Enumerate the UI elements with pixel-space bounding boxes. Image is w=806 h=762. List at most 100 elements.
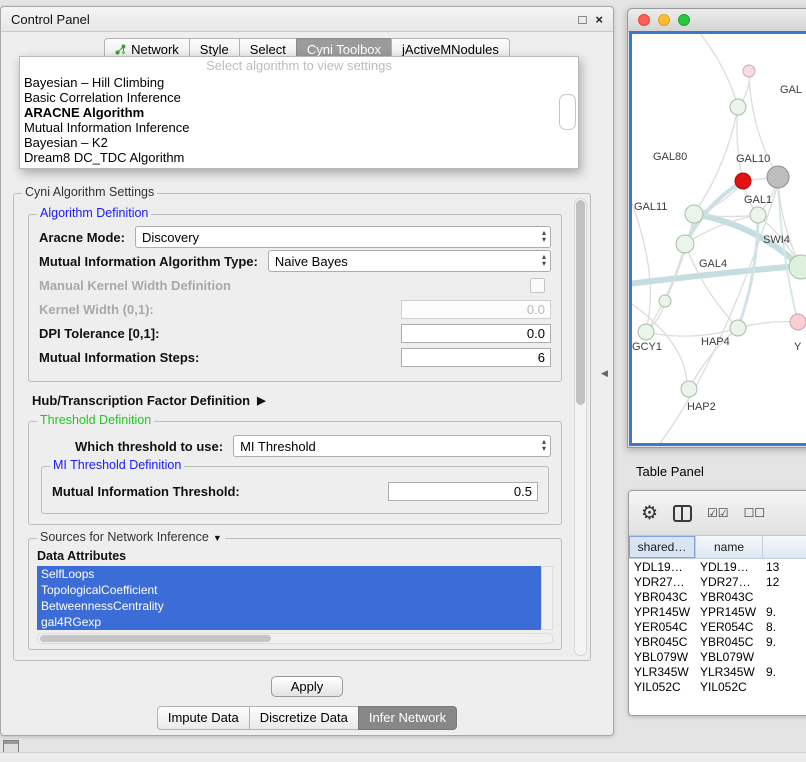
- mi-algorithm-type-select[interactable]: Naive Bayes ▴ ▾: [268, 250, 551, 272]
- network-node[interactable]: [767, 166, 789, 188]
- float-window-icon[interactable]: □: [579, 13, 587, 26]
- table-row[interactable]: YBR045CYBR045C9.: [629, 634, 806, 649]
- popup-scrollbar-thumb[interactable]: [559, 94, 576, 130]
- table-cell: YLR345W: [629, 665, 695, 679]
- network-node[interactable]: [743, 65, 755, 77]
- network-node[interactable]: [638, 324, 654, 340]
- table-cell: YBR043C: [629, 590, 695, 604]
- network-edge[interactable]: [737, 107, 743, 181]
- bottom-tab-discretize-data[interactable]: Discretize Data: [249, 706, 359, 730]
- table-row[interactable]: YPR145WYPR145W9.: [629, 604, 806, 619]
- table-toolbar: ⚙ ☑☑ ☐☐: [629, 491, 806, 536]
- bottom-tab-bar: Impute DataDiscretize DataInfer Network: [1, 706, 613, 730]
- close-traffic-light-icon[interactable]: [638, 14, 650, 26]
- table-row[interactable]: YLR345WYLR345W9.: [629, 664, 806, 679]
- aracne-mode-select[interactable]: Discovery ▴ ▾: [135, 226, 551, 248]
- algorithm-dropdown-popup: Select algorithm to view settings Bayesi…: [19, 56, 579, 169]
- table-cell: YBL079W: [629, 650, 695, 664]
- network-node[interactable]: [659, 295, 671, 307]
- table-panel-title: Table Panel: [636, 464, 704, 479]
- algorithm-option[interactable]: Bayesian – K2: [20, 135, 578, 150]
- network-edge[interactable]: [738, 322, 798, 328]
- table-cell: 13: [761, 560, 806, 574]
- network-node[interactable]: [730, 320, 746, 336]
- table-row[interactable]: YER054CYER054C8.: [629, 619, 806, 634]
- table-cell: 12: [761, 575, 806, 589]
- network-canvas-svg[interactable]: GALGAL80GAL10GAL11GAL1SWI4GAL4GCY1HAP4YH…: [632, 34, 806, 446]
- network-node[interactable]: [735, 173, 751, 189]
- network-edge[interactable]: [694, 107, 738, 214]
- algorithm-option[interactable]: ARACNE Algorithm: [20, 105, 578, 120]
- algorithm-option[interactable]: Mutual Information Inference: [20, 120, 578, 135]
- close-icon[interactable]: ×: [595, 13, 603, 26]
- table-row[interactable]: YIL052CYIL052C: [629, 679, 806, 694]
- zoom-traffic-light-icon[interactable]: [678, 14, 690, 26]
- table-cell: YPR145W: [695, 605, 761, 619]
- bottom-tab-impute-data[interactable]: Impute Data: [157, 706, 250, 730]
- panel-collapse-icon[interactable]: ◀: [601, 368, 608, 379]
- kernel-width-field[interactable]: 0.0: [401, 300, 551, 319]
- table-row[interactable]: YBL079WYBL079W: [629, 649, 806, 664]
- minimized-window-titlebar: [4, 741, 18, 744]
- network-canvas[interactable]: GALGAL80GAL10GAL11GAL1SWI4GAL4GCY1HAP4YH…: [629, 31, 806, 446]
- column-header[interactable]: [763, 536, 806, 558]
- scrollbar-thumb[interactable]: [576, 200, 585, 405]
- scrollbar-thumb[interactable]: [40, 635, 271, 642]
- mi-threshold-field[interactable]: 0.5: [388, 482, 538, 501]
- table-header-row: shared…name: [629, 536, 806, 559]
- dpi-tolerance-field[interactable]: 0.0: [401, 324, 551, 343]
- table-cell: YIL052C: [629, 680, 695, 694]
- network-node[interactable]: [790, 314, 806, 330]
- aracne-mode-value: Discovery: [142, 230, 199, 245]
- mi-type-row: Mutual Information Algorithm Type: Naive…: [39, 251, 551, 271]
- table-cell: 8.: [761, 620, 806, 634]
- sources-title[interactable]: Sources for Network Inference▼: [37, 530, 225, 544]
- hub-definition-expander[interactable]: Hub/Transcription Factor Definition ▶: [32, 393, 590, 408]
- checked-boxes-icon[interactable]: ☑☑: [707, 506, 729, 520]
- algorithm-option[interactable]: Dream8 DC_TDC Algorithm: [20, 150, 578, 165]
- settings-vertical-scrollbar[interactable]: [574, 198, 587, 656]
- manual-kernel-width-checkbox[interactable]: [530, 278, 545, 293]
- which-threshold-select[interactable]: MI Threshold ▴ ▾: [233, 435, 551, 457]
- table-row[interactable]: YBR043CYBR043C: [629, 589, 806, 604]
- unchecked-boxes-icon[interactable]: ☐☐: [744, 506, 766, 520]
- algorithm-option[interactable]: Basic Correlation Inference: [20, 90, 578, 105]
- network-node[interactable]: [685, 205, 703, 223]
- network-node[interactable]: [681, 381, 697, 397]
- control-panel-window: Control Panel □ × NetworkStyleSelectCyni…: [0, 6, 614, 736]
- combo-arrows-icon: ▴ ▾: [542, 438, 546, 452]
- attribute-item[interactable]: BetweennessCentrality: [37, 598, 541, 614]
- control-panel-titlebar[interactable]: Control Panel □ ×: [1, 7, 613, 32]
- column-header[interactable]: shared…: [629, 536, 696, 558]
- minimize-traffic-light-icon[interactable]: [658, 14, 670, 26]
- bottom-tab-infer-network[interactable]: Infer Network: [358, 706, 457, 730]
- network-node[interactable]: [750, 207, 766, 223]
- node-label: SWI4: [763, 234, 790, 246]
- attributes-vertical-scrollbar[interactable]: [541, 566, 553, 630]
- table-cell: YER054C: [629, 620, 695, 634]
- table-cell: YDR27…: [629, 575, 695, 589]
- node-label: HAP2: [687, 401, 716, 413]
- node-label: GAL: [780, 84, 802, 96]
- attributes-horizontal-scrollbar[interactable]: [37, 633, 553, 644]
- apply-button[interactable]: Apply: [271, 676, 343, 697]
- network-node[interactable]: [730, 99, 746, 115]
- hub-definition-label: Hub/Transcription Factor Definition: [32, 393, 250, 408]
- attribute-item[interactable]: gal4RGexp: [37, 614, 541, 630]
- algorithm-option[interactable]: Bayesian – Hill Climbing: [20, 75, 578, 90]
- mi-algorithm-type-label: Mutual Information Algorithm Type:: [39, 254, 258, 269]
- algorithm-popup-placeholder: Select algorithm to view settings: [20, 57, 578, 75]
- mi-steps-field[interactable]: 6: [401, 348, 551, 367]
- network-edge[interactable]: [646, 244, 685, 332]
- columns-icon[interactable]: [673, 505, 692, 522]
- table-row[interactable]: YDL19…YDL19…13: [629, 559, 806, 574]
- table-row[interactable]: YDR27…YDR27…12: [629, 574, 806, 589]
- column-header[interactable]: name: [696, 536, 763, 558]
- attribute-item[interactable]: TopologicalCoefficient: [37, 582, 541, 598]
- gear-icon[interactable]: ⚙: [641, 504, 658, 523]
- network-view-window: GALGAL80GAL10GAL11GAL1SWI4GAL4GCY1HAP4YH…: [627, 8, 806, 448]
- network-window-titlebar[interactable]: [628, 9, 806, 32]
- attribute-item[interactable]: SelfLoops: [37, 566, 541, 582]
- network-node[interactable]: [676, 235, 694, 253]
- node-label: GCY1: [632, 341, 662, 353]
